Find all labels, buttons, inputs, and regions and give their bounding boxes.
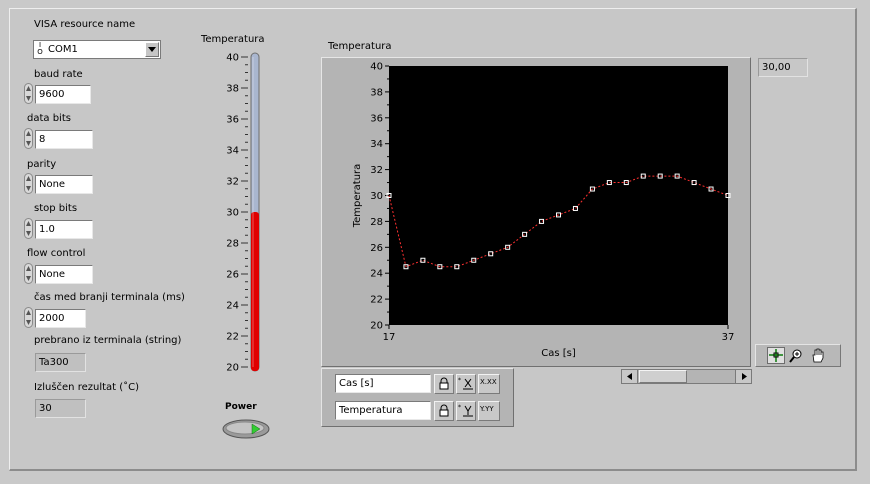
thermometer-tick-label: 28 — [226, 239, 239, 250]
chart-title: Temperatura — [328, 41, 392, 52]
x-format-button[interactable]: X.XX — [478, 374, 500, 394]
scroll-right-button[interactable] — [735, 370, 751, 383]
y-tick-label: 40 — [370, 62, 383, 73]
parity-input[interactable]: None — [35, 175, 93, 194]
dropdown-arrow-button[interactable] — [145, 42, 159, 57]
zoom-tool-icon[interactable] — [788, 347, 806, 364]
stop-bits-stepper[interactable] — [24, 218, 33, 239]
data-bits-input[interactable]: 8 — [35, 130, 93, 149]
thermometer-fill — [251, 212, 259, 371]
y-tick-label: 38 — [370, 87, 383, 98]
thermometer-tick-label: 26 — [226, 270, 239, 281]
thermometer-tick-label: 36 — [226, 115, 239, 126]
y-tick-label: 28 — [370, 217, 383, 228]
scale-legend: Cas [s] * X.XX Temperatura * Y.YY — [321, 368, 514, 427]
parity-stepper[interactable] — [24, 173, 33, 194]
x-scale-name-input[interactable]: Cas [s] — [335, 374, 431, 393]
y-format-label: Y.YY — [480, 405, 494, 413]
stepper-arrows-icon — [24, 218, 33, 239]
x-autoscale-button[interactable]: * — [456, 374, 476, 394]
stepper-arrows-icon — [24, 128, 33, 149]
plot-area[interactable] — [389, 66, 728, 325]
interval-stepper[interactable] — [24, 307, 33, 328]
y-scale-name-input[interactable]: Temperatura — [335, 401, 431, 420]
x-lock-button[interactable] — [434, 374, 454, 394]
parity-label: parity — [27, 159, 57, 170]
stop-bits-label: stop bits — [34, 203, 78, 214]
svg-text:*: * — [458, 377, 461, 384]
baud-rate-stepper[interactable] — [24, 83, 33, 104]
digital-display: 30,00 — [758, 58, 808, 77]
stepper-arrows-icon — [24, 307, 33, 328]
autoscale-y-icon: * — [458, 404, 473, 417]
thermometer-tick-label: 30 — [226, 208, 239, 219]
thermometer-tick-label: 20 — [226, 363, 239, 374]
y-tick-label: 30 — [370, 191, 383, 202]
thermometer: 40 38 36 34 32 30 28 26 24 22 20 — [226, 52, 260, 374]
svg-text:*: * — [458, 404, 461, 411]
visa-resource-label: VISA resource name — [34, 19, 136, 30]
y-lock-button[interactable] — [434, 401, 454, 421]
autoscale-x-icon: * — [458, 377, 473, 390]
data-bits-label: data bits — [27, 113, 71, 124]
x-axis-label: Cas [s] — [541, 348, 576, 359]
arrow-right-icon — [742, 373, 747, 380]
y-tick-label: 34 — [370, 139, 383, 150]
thermometer-tick-label: 24 — [226, 301, 239, 312]
y-tick-label: 20 — [370, 321, 383, 332]
result-label: Izluščen rezultat (˚C) — [34, 382, 140, 393]
thermometer-tick-label: 40 — [226, 53, 239, 64]
x-format-label: X.XX — [480, 378, 497, 386]
front-panel: VISA resource name IO COM1 baud rate 960… — [9, 8, 857, 471]
raw-read-label: prebrano iz terminala (string) — [34, 335, 182, 346]
data-bits-stepper[interactable] — [24, 128, 33, 149]
y-tick-label: 36 — [370, 113, 383, 124]
y-tick-label: 26 — [370, 243, 383, 254]
stepper-arrows-icon — [24, 263, 33, 284]
pan-tool-icon[interactable] — [809, 347, 827, 364]
flow-control-label: flow control — [27, 248, 86, 259]
interval-input[interactable]: 2000 — [35, 309, 86, 328]
visa-resource-value: COM1 — [48, 44, 78, 55]
graph-palette — [755, 344, 841, 367]
lock-icon — [439, 404, 449, 417]
thermometer-tick-label: 22 — [226, 332, 239, 343]
y-autoscale-button[interactable]: * — [456, 401, 476, 421]
power-led-icon — [222, 419, 270, 439]
result-indicator: 30 — [35, 399, 86, 418]
thermometer-tick-label: 38 — [226, 84, 239, 95]
chart-plot: 20 22 24 26 28 30 32 34 36 38 40 17 37 Cas [s] Tempera… — [352, 62, 735, 360]
chevron-down-icon — [148, 47, 156, 52]
baud-rate-label: baud rate — [34, 69, 83, 80]
scroll-left-button[interactable] — [622, 370, 638, 383]
flow-control-stepper[interactable] — [24, 263, 33, 284]
x-tick-label: 37 — [722, 332, 735, 343]
y-axis-label: Temperatura — [352, 164, 363, 229]
arrow-left-icon — [627, 373, 632, 380]
y-tick-label: 24 — [370, 269, 383, 280]
baud-rate-input[interactable]: 9600 — [35, 85, 91, 104]
flow-control-input[interactable]: None — [35, 265, 93, 284]
stepper-arrows-icon — [24, 173, 33, 194]
cursor-tool-icon[interactable] — [767, 347, 785, 364]
y-tick-label: 32 — [370, 165, 383, 176]
y-tick-label: 22 — [370, 295, 383, 306]
power-label: Power — [225, 402, 257, 412]
y-format-button[interactable]: Y.YY — [478, 401, 500, 421]
power-button[interactable] — [222, 419, 270, 439]
thermometer-label: Temperatura — [201, 34, 265, 45]
scroll-thumb[interactable] — [639, 370, 687, 383]
chart-scrollbar[interactable] — [621, 369, 752, 384]
lock-icon — [439, 377, 449, 390]
x-tick-label: 17 — [383, 332, 396, 343]
stepper-arrows-icon — [24, 83, 33, 104]
thermometer-tick-label: 32 — [226, 177, 239, 188]
raw-read-indicator: Ta300 — [35, 353, 86, 372]
visa-resource-dropdown[interactable]: IO COM1 — [33, 40, 161, 59]
interval-label: čas med branji terminala (ms) — [34, 292, 185, 303]
io-icon: IO — [37, 41, 43, 56]
thermometer-tick-label: 34 — [226, 146, 239, 157]
stop-bits-input[interactable]: 1.0 — [35, 220, 93, 239]
